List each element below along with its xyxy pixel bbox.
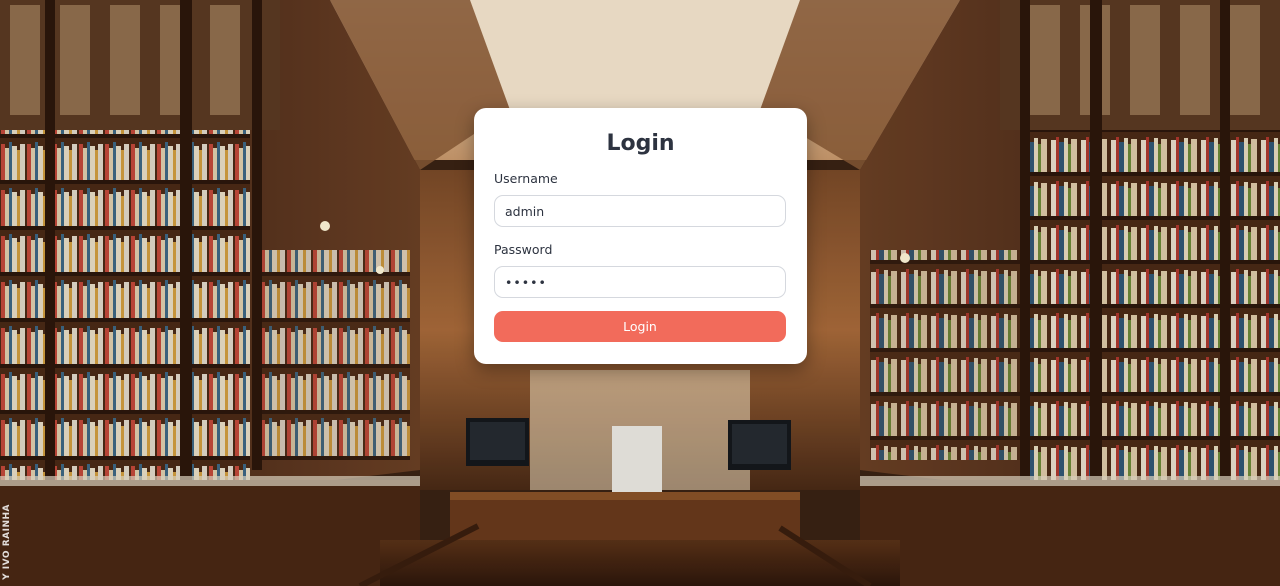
- photo-credit: Y IVO RAINHA: [2, 504, 12, 580]
- username-label: Username: [494, 171, 558, 186]
- password-label: Password: [494, 242, 553, 257]
- username-input[interactable]: [494, 195, 786, 227]
- login-card: Login Username Password Login: [474, 108, 807, 364]
- password-input[interactable]: [494, 266, 786, 298]
- login-button[interactable]: Login: [494, 311, 786, 342]
- login-title: Login: [606, 131, 675, 156]
